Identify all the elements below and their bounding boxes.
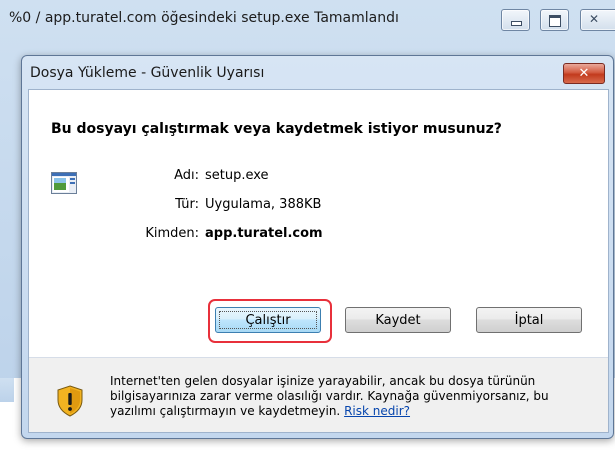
close-icon: ✕ <box>578 66 590 81</box>
file-name-value: setup.exe <box>205 168 269 183</box>
file-source-value: app.turatel.com <box>205 226 323 241</box>
cancel-button[interactable]: İptal <box>476 307 582 333</box>
focus-rectangle <box>219 311 317 329</box>
dialog-content: Bu dosyayı çalıştırmak veya kaydetmek is… <box>28 89 609 433</box>
background-window-titlebar: %0 / app.turatel.com öğesindeki setup.ex… <box>0 0 615 42</box>
file-name-label: Adı: <box>174 168 199 183</box>
file-type-label: Tür: <box>175 197 199 212</box>
background-close-button[interactable] <box>580 9 615 31</box>
dialog-title: Dosya Yükleme - Güvenlik Uyarısı <box>30 65 265 81</box>
warning-footer: Internet'ten gelen dosyalar işinize yara… <box>29 358 608 432</box>
background-window-title: %0 / app.turatel.com öğesindeki setup.ex… <box>9 10 399 26</box>
cancel-button-label: İptal <box>514 312 544 328</box>
run-button[interactable]: Çalıştır <box>215 307 321 333</box>
save-button-label: Kaydet <box>375 312 421 328</box>
file-type-value: Uygulama, 388KB <box>205 197 322 212</box>
risk-link[interactable]: Risk nedir? <box>344 404 410 418</box>
minimize-button[interactable] <box>501 9 530 31</box>
file-source-label: Kimden: <box>145 226 199 241</box>
warning-message: Internet'ten gelen dosyalar işinize yara… <box>110 374 549 418</box>
shield-warning-icon <box>57 385 83 417</box>
background-window-edge <box>0 378 14 402</box>
dialog-close-button[interactable]: ✕ <box>563 63 605 84</box>
save-button[interactable]: Kaydet <box>345 307 451 333</box>
dialog-question: Bu dosyayı çalıştırmak veya kaydetmek is… <box>51 121 502 137</box>
warning-text: Internet'ten gelen dosyalar işinize yara… <box>110 374 595 419</box>
security-warning-dialog: Dosya Yükleme - Güvenlik Uyarısı ✕ Bu do… <box>21 55 614 439</box>
application-icon <box>51 172 77 194</box>
maximize-button[interactable] <box>540 9 569 31</box>
